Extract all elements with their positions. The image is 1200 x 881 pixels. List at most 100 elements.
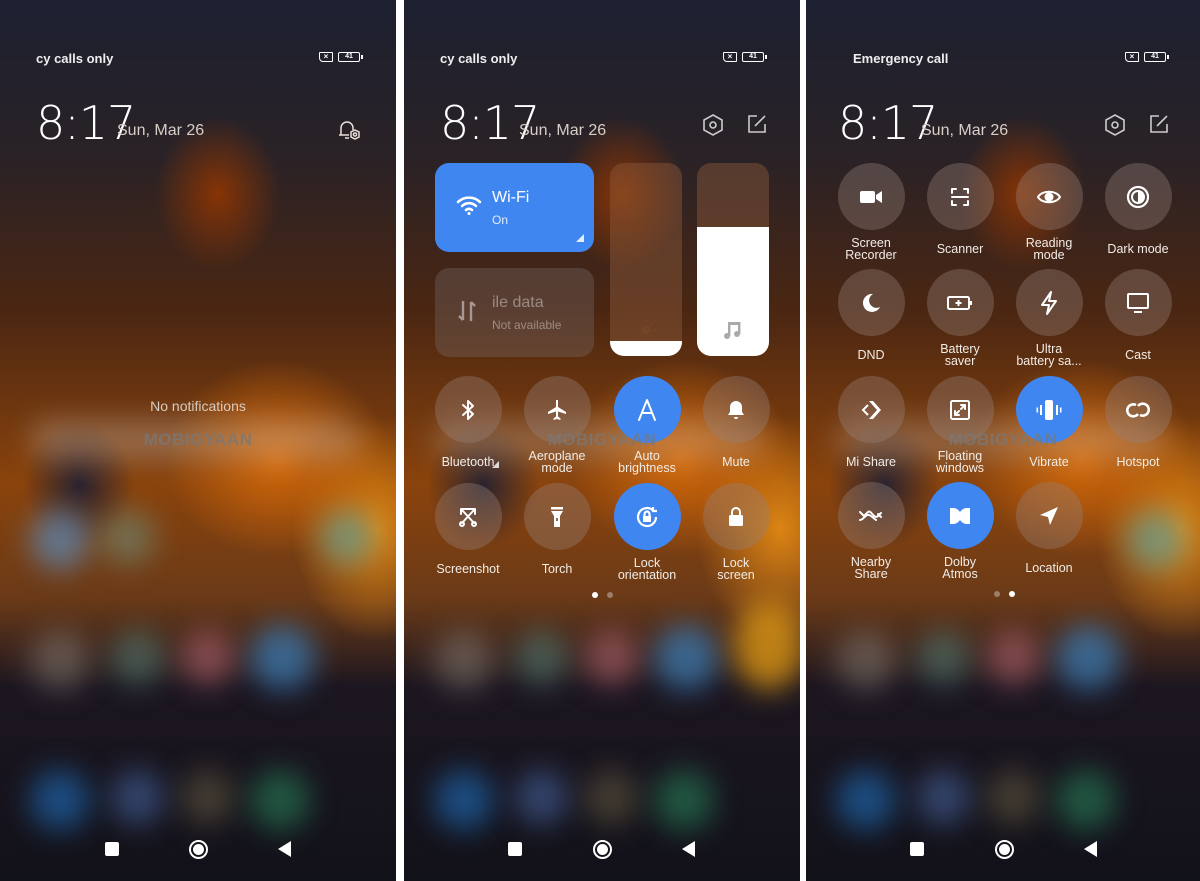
toggle-button[interactable]	[837, 269, 905, 336]
toggle-dark-mode[interactable]: Dark mode	[1093, 163, 1183, 255]
toggle-label: Nearby Share	[850, 555, 892, 581]
toggle-reading-mode[interactable]: Reading mode	[1004, 163, 1094, 261]
toggle-bluetooth[interactable]: Bluetooth	[423, 376, 513, 468]
carrier-status: cy calls only	[440, 51, 518, 66]
toggle-nearby-share[interactable]: Nearby Share	[826, 482, 916, 580]
toggle-auto-brightness[interactable]: Auto brightness	[602, 376, 692, 474]
page-dot-2[interactable]	[607, 592, 613, 598]
toggle-button[interactable]	[1104, 163, 1172, 230]
edit-button[interactable]	[1148, 113, 1172, 137]
toggle-button[interactable]	[837, 482, 905, 549]
toggle-screen-recorder[interactable]: Screen Recorder	[826, 163, 916, 261]
home-button[interactable]	[188, 839, 208, 859]
toggle-button[interactable]	[1104, 269, 1172, 336]
toggle-dnd[interactable]: DND	[826, 269, 916, 361]
toggle-vibrate[interactable]: Vibrate	[1004, 376, 1094, 468]
toggle-button[interactable]	[434, 483, 502, 550]
control-center-page-1: cy calls only × 41 8:17 Sun, Mar 26 Wi-F…	[404, 0, 800, 881]
toggle-mi-share[interactable]: Mi Share	[826, 376, 916, 468]
dolby-icon	[947, 506, 973, 526]
monitor-icon	[1125, 291, 1151, 315]
toggle-lock-orientation[interactable]: Lock orientation	[602, 483, 692, 581]
notification-shade-screen: cy calls only × 41 8:17 Sun, Mar 26 No n…	[0, 0, 396, 881]
toggle-hotspot[interactable]: Hotspot	[1093, 376, 1183, 468]
recents-button[interactable]	[907, 839, 927, 859]
toggle-dolby-atmos[interactable]: Dolby Atmos	[915, 482, 1005, 580]
toggle-label: Floating windows	[936, 449, 984, 475]
volume-slider[interactable]	[697, 163, 769, 356]
auto-brightness-icon	[634, 397, 660, 423]
dark-mode-icon	[1125, 184, 1151, 210]
edit-button[interactable]	[746, 113, 770, 137]
watermark: MOBIGYAAN	[547, 430, 657, 449]
square-icon	[105, 842, 119, 856]
mobile-data-tile[interactable]: ile data Not available	[435, 268, 594, 357]
page-indicator	[592, 592, 613, 598]
toggle-label: Screenshot	[436, 562, 500, 576]
watermark: MOBIGYAAN	[948, 430, 1058, 449]
toggle-mute[interactable]: Mute	[691, 376, 781, 468]
page-dot-1[interactable]	[592, 592, 598, 598]
expand-corner-icon[interactable]	[576, 234, 584, 242]
toggle-location[interactable]: Location	[1004, 482, 1094, 574]
toggle-button[interactable]	[1015, 269, 1083, 336]
brightness-slider[interactable]	[610, 163, 682, 356]
toggle-button[interactable]	[1015, 163, 1083, 230]
edit-icon	[748, 115, 766, 133]
toggle-button[interactable]	[926, 482, 994, 549]
toggle-label: Bluetooth	[441, 455, 495, 469]
bluetooth-icon	[456, 398, 480, 422]
toggle-label: Cast	[1125, 348, 1151, 362]
toggle-torch[interactable]: Torch	[512, 483, 602, 575]
toggle-button[interactable]	[523, 483, 591, 550]
wifi-title: Wi-Fi	[492, 189, 530, 206]
toggle-battery-saver[interactable]: Battery saver	[915, 269, 1005, 367]
recents-button[interactable]	[102, 839, 122, 859]
navigation-bar	[0, 821, 396, 881]
toggle-floating-windows[interactable]: Floating windows	[915, 376, 1005, 474]
toggle-button[interactable]	[926, 269, 994, 336]
mobile-data-title: ile data	[492, 294, 544, 311]
wifi-tile[interactable]: Wi-Fi On	[435, 163, 594, 252]
no-sim-icon: ×	[723, 52, 737, 62]
square-icon	[910, 842, 924, 856]
square-icon	[508, 842, 522, 856]
page-dot-1[interactable]	[994, 591, 1000, 597]
toggle-aeroplane-mode[interactable]: Aeroplane mode	[512, 376, 602, 474]
toggle-screenshot[interactable]: Screenshot	[423, 483, 513, 575]
toggle-button[interactable]	[702, 483, 770, 550]
toggle-button[interactable]	[613, 483, 681, 550]
status-bar: cy calls only × 41	[440, 50, 767, 68]
no-sim-icon: ×	[1125, 52, 1139, 62]
lock-icon	[724, 505, 748, 529]
video-camera-icon	[858, 185, 884, 209]
settings-button[interactable]	[702, 113, 726, 137]
back-button[interactable]	[274, 839, 294, 859]
scanner-icon	[948, 185, 972, 209]
screenshot-icon	[456, 505, 480, 529]
notification-settings-icon[interactable]	[337, 118, 361, 142]
toggle-button[interactable]	[926, 163, 994, 230]
toggle-label: Dolby Atmos	[942, 555, 978, 581]
expand-corner-icon[interactable]	[492, 461, 499, 468]
toggle-scanner[interactable]: Scanner	[915, 163, 1005, 255]
toggle-label: DND	[857, 348, 885, 362]
carrier-status: cy calls only	[36, 51, 114, 66]
circle-icon	[188, 839, 208, 859]
toggle-button[interactable]	[1015, 482, 1083, 549]
carrier-status: Emergency call	[853, 51, 949, 66]
back-button[interactable]	[1080, 839, 1100, 859]
toggle-lock-screen[interactable]: Lock screen	[691, 483, 781, 581]
bell-icon	[724, 398, 748, 422]
toggle-cast[interactable]: Cast	[1093, 269, 1183, 361]
moon-icon	[859, 291, 883, 315]
page-dot-2[interactable]	[1009, 591, 1015, 597]
sun-icon	[634, 318, 658, 342]
home-button[interactable]	[994, 839, 1014, 859]
back-button[interactable]	[678, 839, 698, 859]
recents-button[interactable]	[505, 839, 525, 859]
toggle-button[interactable]	[837, 163, 905, 230]
settings-button[interactable]	[1104, 113, 1128, 137]
home-button[interactable]	[592, 839, 612, 859]
toggle-ultra-battery-sa[interactable]: Ultra battery sa...	[1004, 269, 1094, 367]
